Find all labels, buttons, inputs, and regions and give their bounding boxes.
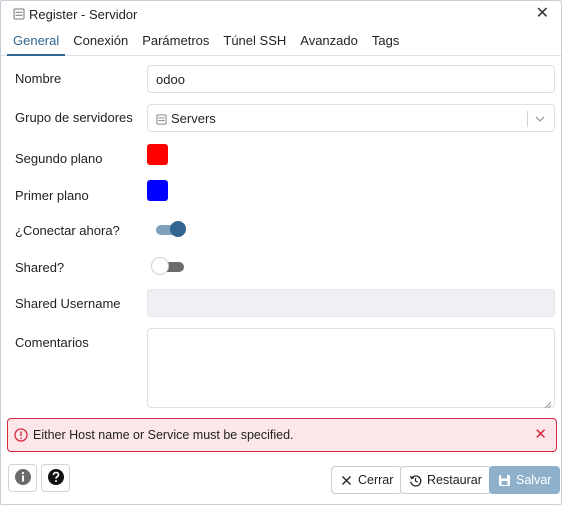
error-banner: Either Host name or Service must be spec…	[7, 418, 557, 452]
help-icon	[47, 468, 65, 489]
cancel-button[interactable]: Cerrar	[331, 466, 403, 494]
reset-button[interactable]: Restaurar	[400, 466, 491, 494]
error-message: Either Host name or Service must be spec…	[33, 428, 294, 442]
background-color-label: Segundo plano	[15, 151, 103, 166]
toggle-knob	[170, 221, 186, 237]
close-icon[interactable]: ✕	[536, 5, 549, 23]
close-icon	[340, 474, 353, 487]
name-input[interactable]: odoo	[147, 65, 555, 93]
server-group-select[interactable]: Servers	[147, 104, 555, 132]
error-close-icon[interactable]: ✕	[534, 427, 547, 443]
tab-general[interactable]: General	[7, 33, 66, 56]
shared-username-label: Shared Username	[15, 296, 121, 311]
server-icon	[13, 8, 25, 20]
dialog-title: Register - Servidor	[29, 6, 138, 22]
server-group-value: Servers	[171, 110, 216, 126]
reset-button-label: Restaurar	[427, 473, 482, 487]
comments-label: Comentarios	[15, 335, 89, 350]
connect-now-toggle[interactable]	[154, 220, 186, 237]
comments-textarea[interactable]	[147, 328, 555, 409]
info-button[interactable]	[8, 464, 37, 492]
foreground-color-swatch[interactable]	[147, 180, 168, 201]
history-icon	[409, 474, 422, 487]
dialog-footer: Cerrar Restaurar Salvar	[1, 460, 561, 504]
dialog-titlebar[interactable]: Register - Servidor ✕	[1, 1, 561, 27]
save-icon	[498, 474, 511, 487]
background-color-swatch[interactable]	[147, 144, 168, 165]
server-group-icon	[156, 113, 167, 125]
shared-toggle[interactable]	[152, 257, 186, 274]
alert-circle-icon	[14, 428, 28, 442]
tab-tags[interactable]: Tags	[366, 33, 405, 55]
tab-conexion[interactable]: Conexión	[67, 33, 134, 55]
select-divider	[527, 111, 528, 127]
connect-now-label: ¿Conectar ahora?	[15, 223, 120, 238]
tab-avanzado[interactable]: Avanzado	[294, 33, 364, 55]
foreground-color-label: Primer plano	[15, 188, 89, 203]
info-icon	[14, 468, 32, 489]
cancel-button-label: Cerrar	[358, 473, 394, 487]
register-server-dialog: Register - Servidor ✕ General Conexión P…	[0, 0, 562, 505]
tab-tunel-ssh[interactable]: Túnel SSH	[217, 33, 292, 55]
help-button[interactable]	[41, 464, 70, 492]
name-label: Nombre	[15, 71, 62, 86]
server-group-label: Grupo de servidores	[15, 110, 133, 125]
chevron-down-icon[interactable]	[534, 113, 546, 125]
shared-username-input	[147, 289, 555, 317]
tab-parametros[interactable]: Parámetros	[136, 33, 215, 55]
tab-bar: General Conexión Parámetros Túnel SSH Av…	[1, 28, 561, 56]
save-button[interactable]: Salvar	[489, 466, 561, 494]
toggle-knob	[152, 258, 168, 274]
name-input-value: odoo	[156, 71, 185, 87]
shared-label: Shared?	[15, 260, 65, 275]
save-button-label: Salvar	[516, 473, 552, 487]
resize-grip-icon[interactable]	[544, 397, 552, 409]
